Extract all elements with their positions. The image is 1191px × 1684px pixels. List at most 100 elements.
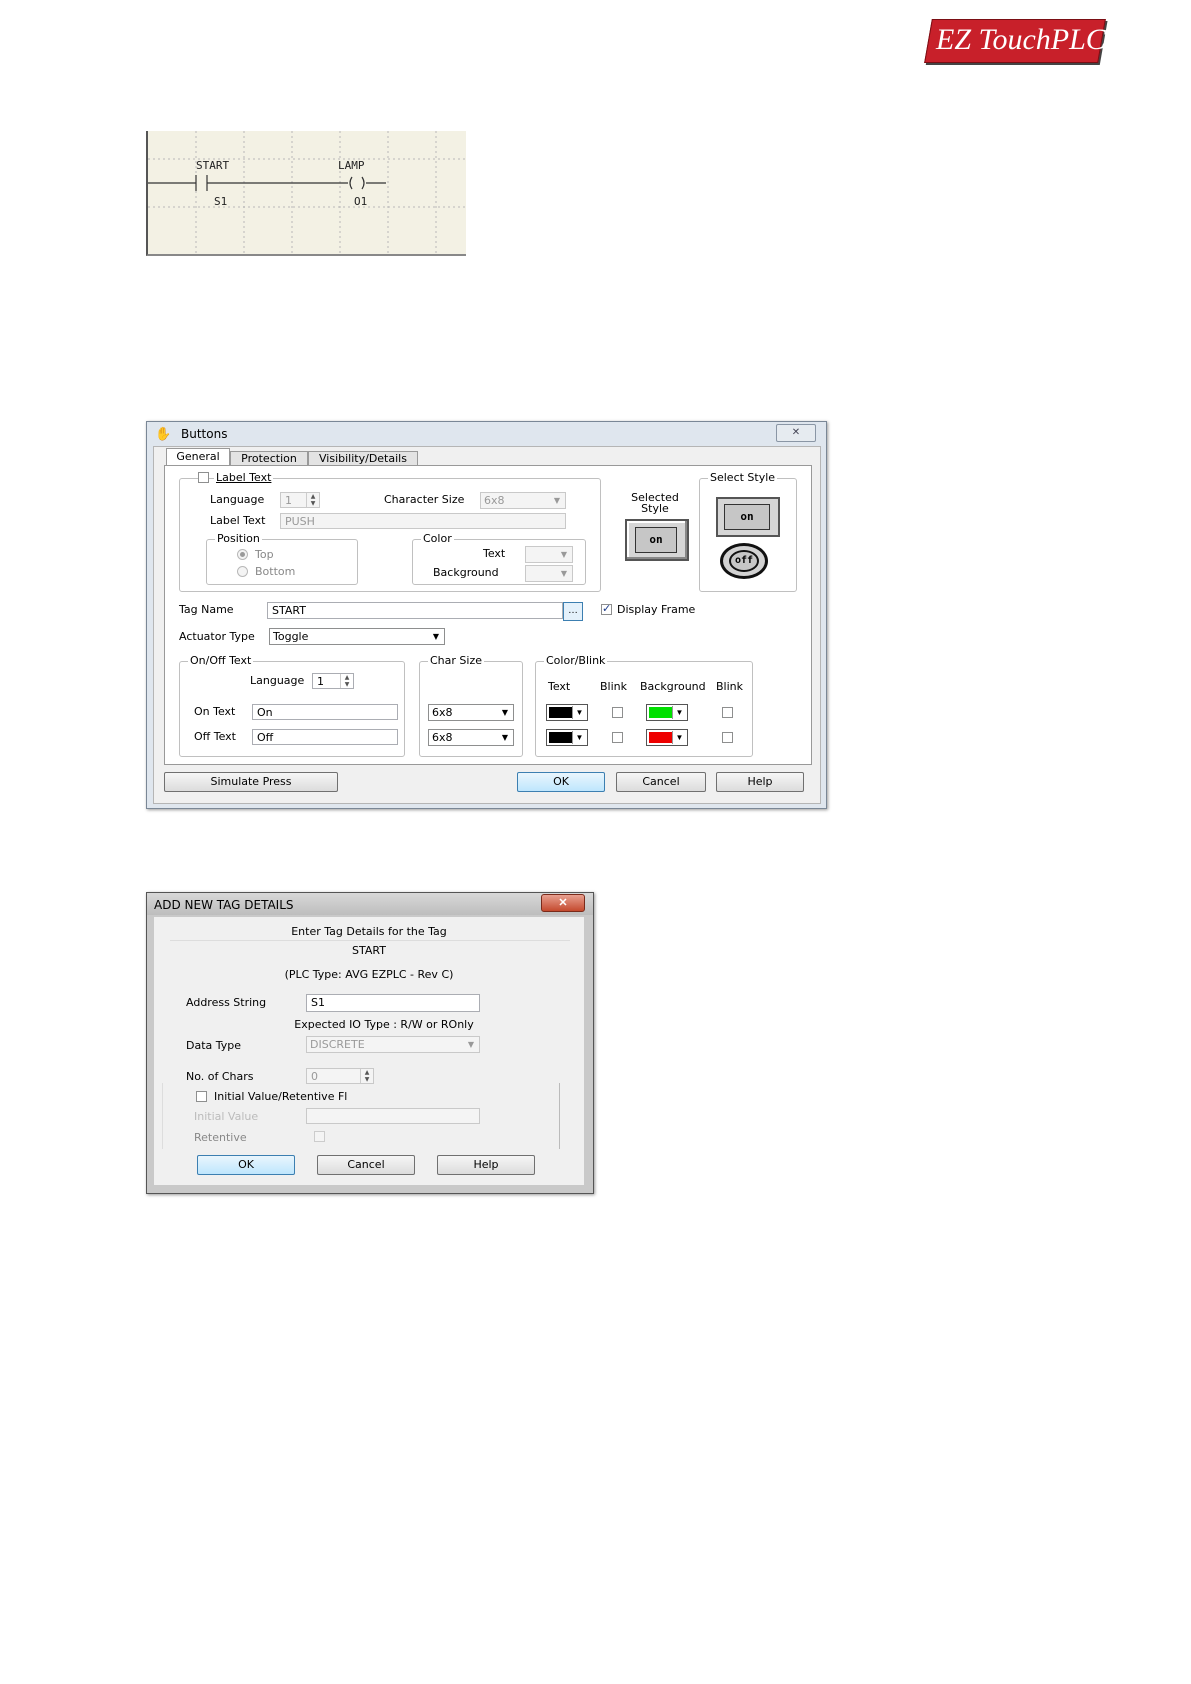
tag-name-label: Tag Name [179,603,234,616]
buttons-dialog: ✋ Buttons ✕ General Protection Visibilit… [146,421,827,809]
tab-visibility-details[interactable]: Visibility/Details [308,451,418,466]
display-frame-checkbox[interactable] [601,602,612,615]
address-string-input[interactable]: S1 [306,994,480,1012]
selected-style-on-text: on [635,527,677,553]
onoff-group-title: On/Off Text [188,654,254,667]
on-text-color-picker[interactable]: ▼ [546,704,588,721]
actuator-type-select[interactable]: Toggle ▼ [269,628,445,645]
no-chars-label: No. of Chars [186,1070,254,1083]
chevron-down-icon: ▼ [672,706,686,719]
off-bg-blink-checkbox[interactable] [722,732,733,743]
initial-value-frame [162,1083,560,1149]
on-text-input[interactable]: On [252,704,398,720]
style-option-round[interactable]: off [716,543,776,581]
char-size-label: Character Size [384,493,465,506]
tab-protection[interactable]: Protection [230,451,308,466]
coil-name: LAMP [338,159,365,172]
tag-browse-button[interactable]: … [563,602,583,621]
contact-name: START [196,159,230,172]
cancel-button[interactable]: Cancel [616,772,706,792]
chevron-down-icon: ▼ [432,632,440,641]
tag-cancel-button[interactable]: Cancel [317,1155,415,1175]
close-button[interactable]: ✕ [776,424,816,442]
spinner-arrows-icon: ▲ ▼ [360,1069,373,1083]
color-blink-group: Color/Blink Text Blink Background Blink … [535,654,753,757]
heading-divider [170,940,570,941]
chevron-down-icon: ▼ [572,706,586,719]
on-bg-blink-checkbox[interactable] [722,707,733,718]
color-background-label: Background [433,566,499,579]
off-text-label: Off Text [194,730,236,743]
color-background-select[interactable]: ▼ [525,565,573,582]
chevron-down-icon: ▼ [560,569,568,578]
plc-type-text: (PLC Type: AVG EZPLC - Rev C) [284,968,454,981]
coil-address: O1 [354,195,368,208]
style-option-on-text: on [724,504,770,530]
position-top-label: Top [255,548,274,561]
label-text-check-label: Label Text [214,471,274,484]
help-button[interactable]: Help [716,772,804,792]
color-group-title: Color [421,532,454,545]
position-bottom-radio[interactable] [237,566,248,577]
char-size-select[interactable]: 6x8 ▼ [480,492,566,509]
chevron-down-icon: ▼ [501,733,509,742]
position-group: Position Top Bottom [206,532,358,585]
ok-button[interactable]: OK [517,772,605,792]
on-char-size-select[interactable]: 6x8 ▼ [428,704,514,721]
on-text-label: On Text [194,705,236,718]
tab-general[interactable]: General [166,448,230,466]
chevron-down-icon: ▼ [553,496,561,505]
on-text-color-swatch [549,707,573,718]
address-string-label: Address String [186,996,267,1009]
off-bg-color-picker[interactable]: ▼ [646,729,688,746]
tag-ok-button[interactable]: OK [197,1155,295,1175]
position-top-radio[interactable] [237,549,248,560]
on-bg-color-picker[interactable]: ▼ [646,704,688,721]
no-chars-spinner[interactable]: 0 ▲ ▼ [306,1068,374,1084]
char-size-group-title: Char Size [428,654,484,667]
chevron-down-icon: ▼ [560,550,568,559]
onoff-language-spinner[interactable]: 1 ▲ ▼ [312,673,354,689]
display-frame-label: Display Frame [617,603,696,616]
chevron-down-icon: ▼ [467,1040,475,1049]
on-text-blink-checkbox[interactable] [612,707,623,718]
cb-blink-header: Blink [600,680,628,693]
label-text-checkbox[interactable] [198,472,209,483]
style-option-off-text: off [729,550,759,572]
simulate-press-button[interactable]: Simulate Press [164,772,338,792]
ladder-grid [148,131,466,254]
chevron-down-icon: ▼ [572,731,586,744]
eztouchplc-logo: EZ TouchPLC [924,19,1106,63]
select-style-group-title: Select Style [708,471,778,484]
off-char-size-select[interactable]: 6x8 ▼ [428,729,514,746]
client-area: General Protection Visibility/Details La… [153,446,821,804]
tag-name-input[interactable]: START [267,602,563,619]
hand-icon: ✋ [155,426,172,441]
browse-icon: … [568,605,578,616]
language-spinner[interactable]: 1 ▲ ▼ [280,492,320,508]
off-text-blink-checkbox[interactable] [612,732,623,743]
label-text-input[interactable]: PUSH [280,513,566,529]
dialog-title: Buttons [181,427,228,441]
actuator-type-label: Actuator Type [179,630,255,643]
cb-text-header: Text [548,680,571,693]
off-text-color-picker[interactable]: ▼ [546,729,588,746]
selected-style-preview: on [625,519,689,561]
tag-help-button[interactable]: Help [437,1155,535,1175]
selected-style-label: Selected Style [631,491,679,515]
color-text-select[interactable]: ▼ [525,546,573,563]
tab-panel-general: Label Text Language 1 ▲ ▼ Character Size … [164,465,812,765]
tag-close-button[interactable]: ✕ [541,894,585,912]
language-label: Language [210,493,265,506]
data-type-select[interactable]: DISCRETE ▼ [306,1036,480,1053]
chevron-down-icon: ▼ [672,731,686,744]
tag-heading: Enter Tag Details for the Tag [291,925,447,938]
label-text-group: Label Text Language 1 ▲ ▼ Character Size … [179,471,601,592]
off-text-color-swatch [549,732,573,743]
close-icon: ✕ [558,897,568,909]
off-text-input[interactable]: Off [252,729,398,745]
color-text-label: Text [483,547,506,560]
tag-client-area: Enter Tag Details for the Tag START (PLC… [154,917,584,1185]
contact-address: S1 [214,195,228,208]
style-option-square[interactable]: on [716,497,780,537]
